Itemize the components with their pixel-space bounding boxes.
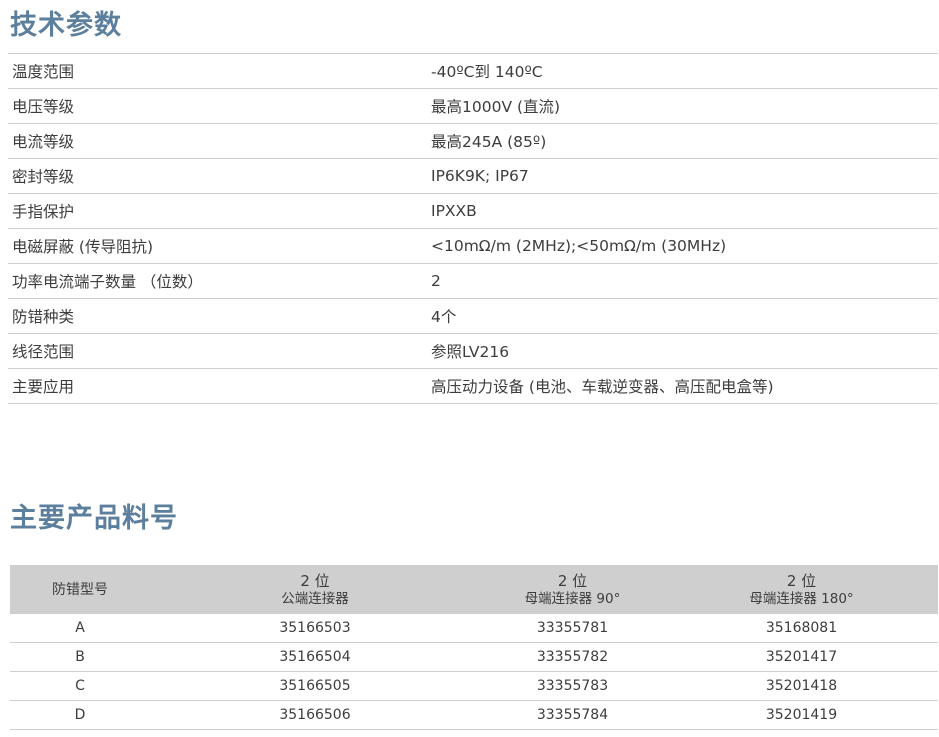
cell-female180: 35168081 [665, 614, 938, 643]
cell-male: 35166506 [150, 700, 480, 730]
spec-label: 线径范围 [8, 333, 425, 369]
spec-row: 电流等级 最高245A (85º) [8, 123, 938, 159]
spec-section-title: 技术参数 [10, 10, 122, 41]
table-row: B 35166504 33355782 35201417 [10, 642, 938, 672]
cell-female180: 35201417 [665, 642, 938, 672]
header-male-positions: 2 位 [300, 571, 330, 590]
header-male: 2 位 公端连接器 [150, 565, 480, 614]
parts-header-row: 防错型号 2 位 公端连接器 2 位 母端连接器 90° 2 位 母端连接器 1… [10, 565, 938, 614]
cell-male: 35166504 [150, 642, 480, 672]
spec-value: 2 [425, 263, 938, 299]
spec-label: 主要应用 [8, 368, 425, 404]
header-female180-positions: 2 位 [786, 571, 817, 590]
header-female180-type: 母端连接器 180° [749, 590, 854, 607]
spec-row: 密封等级 IP6K9K; IP67 [8, 158, 938, 194]
spec-label: 密封等级 [8, 158, 425, 194]
cell-female90: 33355782 [480, 642, 665, 672]
spec-value: 4个 [425, 298, 938, 334]
spec-label: 温度范围 [8, 53, 425, 89]
header-code-label: 防错型号 [52, 581, 108, 598]
table-row: C 35166505 33355783 35201418 [10, 671, 938, 701]
header-female90: 2 位 母端连接器 90° [480, 565, 665, 614]
parts-table: 防错型号 2 位 公端连接器 2 位 母端连接器 90° 2 位 母端连接器 1… [10, 565, 938, 730]
spec-table: 温度范围 -40ºC到 140ºC 电压等级 最高1000V (直流) 电流等级… [8, 53, 938, 404]
cell-male: 35166505 [150, 671, 480, 701]
spec-row: 线径范围 参照LV216 [8, 333, 938, 369]
cell-female90: 33355784 [480, 700, 665, 730]
spec-label: 防错种类 [8, 298, 425, 334]
spec-label: 功率电流端子数量 （位数） [8, 263, 425, 299]
spec-value: 参照LV216 [425, 333, 938, 369]
spec-label: 手指保护 [8, 193, 425, 229]
header-female90-positions: 2 位 [557, 571, 588, 590]
spec-label: 电流等级 [8, 123, 425, 159]
cell-female90: 33355781 [480, 614, 665, 643]
spec-label: 电磁屏蔽 (传导阻抗) [8, 228, 425, 264]
cell-female90: 33355783 [480, 671, 665, 701]
cell-code: A [10, 614, 150, 643]
spec-row: 手指保护 IPXXB [8, 193, 938, 229]
spec-value: 最高245A (85º) [425, 123, 938, 159]
cell-code: B [10, 642, 150, 672]
cell-male: 35166503 [150, 614, 480, 643]
parts-section-title: 主要产品料号 [10, 503, 178, 534]
cell-female180: 35201418 [665, 671, 938, 701]
spec-row: 功率电流端子数量 （位数） 2 [8, 263, 938, 299]
spec-value: IP6K9K; IP67 [425, 158, 938, 194]
table-row: D 35166506 33355784 35201419 [10, 700, 938, 730]
spec-row: 电压等级 最高1000V (直流) [8, 88, 938, 124]
spec-label: 电压等级 [8, 88, 425, 124]
spec-row: 防错种类 4个 [8, 298, 938, 334]
spec-row: 温度范围 -40ºC到 140ºC [8, 53, 938, 89]
table-row: A 35166503 33355781 35168081 [10, 614, 938, 643]
cell-female180: 35201419 [665, 700, 938, 730]
header-male-type: 公端连接器 [281, 590, 349, 607]
spec-row: 电磁屏蔽 (传导阻抗) <10mΩ/m (2MHz);<50mΩ/m (30MH… [8, 228, 938, 264]
header-female90-type: 母端连接器 90° [524, 590, 621, 607]
spec-value: <10mΩ/m (2MHz);<50mΩ/m (30MHz) [425, 228, 938, 264]
spec-value: -40ºC到 140ºC [425, 53, 938, 89]
spec-value: 高压动力设备 (电池、车载逆变器、高压配电盒等) [425, 368, 938, 404]
spec-row: 主要应用 高压动力设备 (电池、车载逆变器、高压配电盒等) [8, 368, 938, 404]
spec-value: 最高1000V (直流) [425, 88, 938, 124]
cell-code: D [10, 700, 150, 730]
header-code: 防错型号 [10, 565, 150, 614]
cell-code: C [10, 671, 150, 701]
header-female180: 2 位 母端连接器 180° [665, 565, 938, 614]
spec-value: IPXXB [425, 193, 938, 229]
